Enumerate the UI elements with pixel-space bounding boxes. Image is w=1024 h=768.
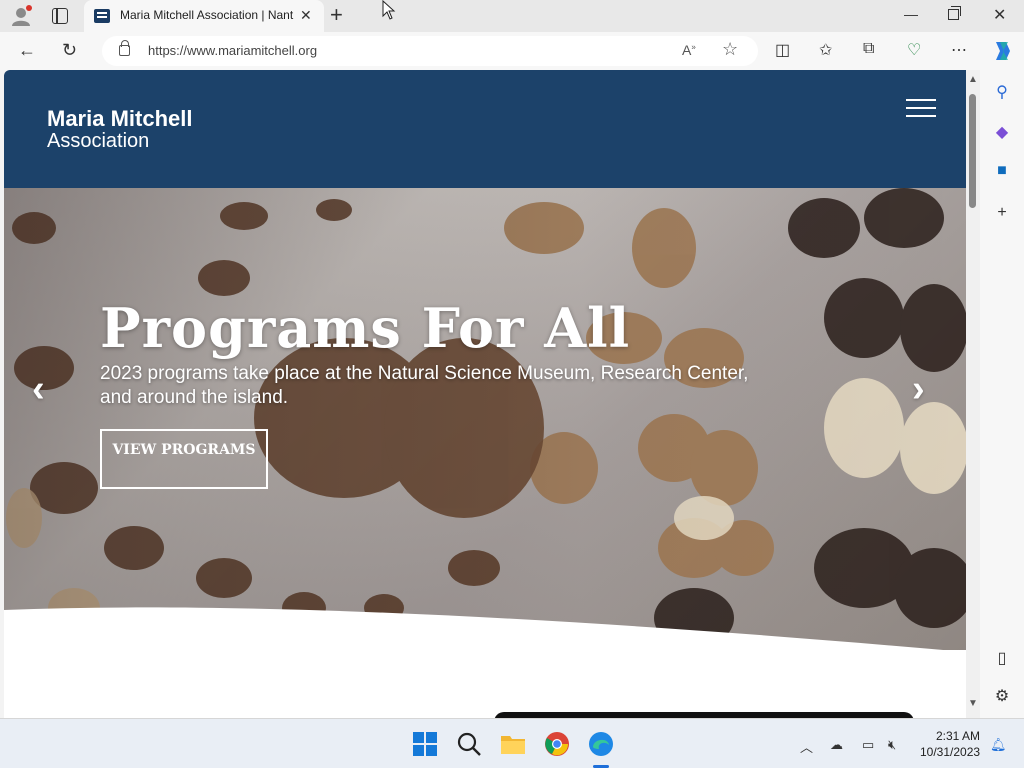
site-favicon-icon <box>94 9 110 23</box>
network-icon[interactable]: ▭ <box>862 737 874 753</box>
notification-bell-icon[interactable]: 🔔︎ <box>990 737 1007 753</box>
window-close-button[interactable]: ✕ <box>993 5 1006 25</box>
scroll-down-icon[interactable]: ▼ <box>968 698 978 709</box>
clock-date[interactable]: 10/31/2023 <box>920 745 980 759</box>
site-logo-subtitle[interactable]: Association <box>47 130 149 153</box>
sidebar-settings-icon[interactable]: ⚙ <box>992 686 1012 706</box>
tab-active[interactable]: Maria Mitchell Association | Nant ✕ <box>84 0 324 32</box>
hide-sidebar-icon[interactable]: ▯ <box>992 648 1012 668</box>
view-programs-button[interactable]: VIEW PROGRAMS <box>100 429 268 489</box>
tab-close-icon[interactable]: ✕ <box>300 7 312 24</box>
search-icon[interactable]: ⚲ <box>992 82 1012 102</box>
tab-actions-icon[interactable] <box>52 8 68 24</box>
title-bar: Maria Mitchell Association | Nant ✕ + — … <box>0 0 1024 32</box>
windows-start-icon[interactable] <box>412 731 438 757</box>
hero-overlay <box>4 188 966 650</box>
outlook-icon[interactable]: ■ <box>992 162 1012 182</box>
split-screen-icon[interactable]: ◫ <box>775 40 790 60</box>
url-text[interactable]: https://www.mariamitchell.org <box>148 43 317 58</box>
carousel-prev-arrow-icon[interactable]: ‹ <box>32 368 45 411</box>
edge-browser-icon[interactable] <box>588 731 614 757</box>
section-wave-divider <box>4 607 966 718</box>
onedrive-icon[interactable]: ☁ <box>830 737 843 753</box>
collections-icon[interactable]: ⧉ <box>863 40 874 58</box>
copilot-icon[interactable] <box>990 40 1014 62</box>
tab-title: Maria Mitchell Association | Nant <box>120 8 294 22</box>
mouse-cursor-icon <box>382 0 396 20</box>
browser-essentials-icon[interactable]: ♡ <box>907 40 921 60</box>
restore-button[interactable] <box>948 6 961 20</box>
new-tab-button[interactable]: + <box>330 4 343 26</box>
volume-muted-icon[interactable]: 🔇︎ <box>888 737 896 753</box>
scroll-up-icon[interactable]: ▲ <box>968 74 978 85</box>
more-menu-icon[interactable]: ⋯ <box>951 40 967 60</box>
add-sidebar-app-icon[interactable]: + <box>992 204 1012 224</box>
address-bar[interactable]: https://www.mariamitchell.org A» ☆ <box>102 36 758 66</box>
back-button[interactable]: ← <box>18 40 36 60</box>
add-favorite-icon[interactable]: ☆ <box>722 39 738 60</box>
refresh-button[interactable]: ↻ <box>62 40 77 60</box>
hero-subtitle: 2023 programs take place at the Natural … <box>100 363 749 408</box>
page-viewport: Maria Mitchell Association ‹ › Programs … <box>4 70 966 718</box>
shopping-icon[interactable]: ◆ <box>992 122 1012 142</box>
minimize-button[interactable]: — <box>904 6 918 22</box>
file-explorer-icon[interactable] <box>500 731 526 757</box>
page-scrollbar[interactable]: ▲ ▼ <box>966 70 980 718</box>
hero-carousel: ‹ › Programs For All 2023 programs take … <box>4 188 966 650</box>
scroll-thumb[interactable] <box>969 94 976 208</box>
clock-time[interactable]: 2:31 AM <box>936 729 980 743</box>
lock-icon[interactable] <box>119 40 130 56</box>
taskbar: ︿ ☁ ▭ 🔇︎ 2:31 AM 10/31/2023 🔔︎ <box>0 718 1024 768</box>
site-logo-name[interactable]: Maria Mitchell <box>47 106 192 132</box>
carousel-next-arrow-icon[interactable]: › <box>912 368 925 411</box>
profile-icon[interactable] <box>10 5 32 27</box>
chrome-icon[interactable] <box>544 731 570 757</box>
hero-title: Programs For All <box>100 296 631 360</box>
site-header: Maria Mitchell Association <box>4 70 966 188</box>
read-aloud-icon[interactable]: A» <box>682 42 696 58</box>
edge-sidebar: ⚲ ◆ ■ + ▯ ⚙ <box>980 70 1024 718</box>
show-hidden-icons-icon[interactable]: ︿ <box>800 737 813 756</box>
search-taskbar-icon[interactable] <box>456 731 482 757</box>
favorites-icon[interactable]: ✩ <box>819 40 832 60</box>
hamburger-menu-icon[interactable] <box>906 99 936 117</box>
